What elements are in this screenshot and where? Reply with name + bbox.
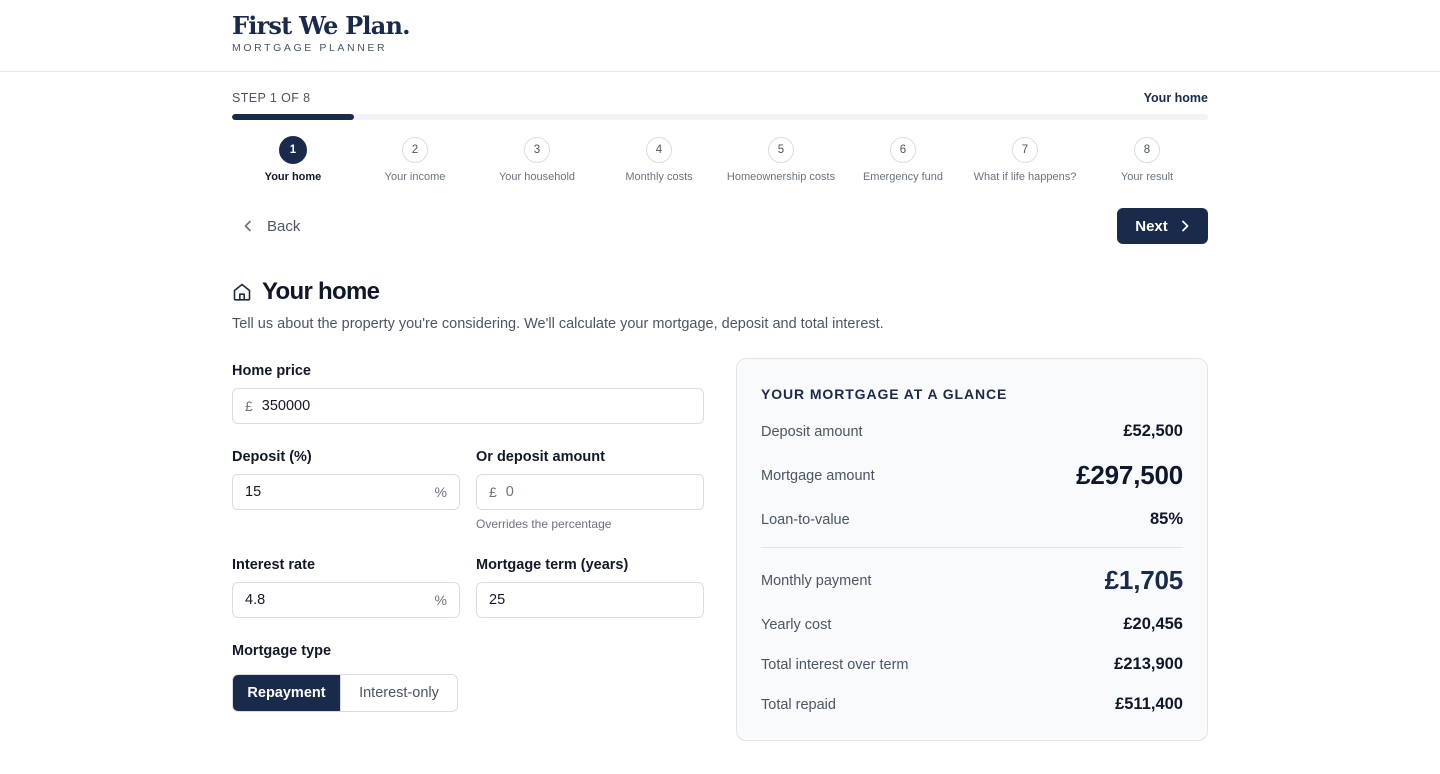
interest-rate-label: Interest rate (232, 557, 316, 573)
mortgage-type-repayment[interactable]: Repayment (233, 675, 340, 711)
step-label: Homeownership costs (726, 171, 836, 183)
summary-value: £20,456 (1123, 615, 1183, 633)
next-button-label: Next (1135, 217, 1168, 235)
mortgage-term-input[interactable]: 25 (476, 582, 704, 618)
home-price-input[interactable]: £ 350000 (232, 388, 704, 424)
step-number: 3 (524, 137, 550, 163)
step-label: Your result (1120, 171, 1174, 183)
summary-value: £297,500 (1076, 460, 1183, 490)
step-label: Your income (384, 171, 446, 183)
summary-row-ltv: Loan-to-value 85% (761, 510, 1183, 529)
summary-row-mortgage: Mortgage amount £297,500 (761, 460, 1183, 491)
summary-row-repaid: Total repaid £511,400 (761, 695, 1183, 714)
home-price-value: 350000 (261, 398, 311, 414)
deposit-amount-hint: Overrides the percentage (476, 517, 612, 531)
summary-label: Total interest over term (761, 656, 909, 673)
step-label: Monthly costs (625, 171, 693, 183)
interest-rate-input[interactable]: 4.8 % (232, 582, 460, 618)
interest-rate-value: 4.8 (245, 592, 266, 608)
deposit-amount-label: Or deposit amount (476, 449, 605, 465)
step-what-if-life-happens[interactable]: 7 What if life happens? (964, 137, 1086, 183)
step-homeownership-costs[interactable]: 5 Homeownership costs (720, 137, 842, 183)
brand-subtitle: MORTGAGE PLANNER (232, 42, 388, 54)
step-number: 5 (768, 137, 794, 163)
summary-row-deposit: Deposit amount £52,500 (761, 422, 1183, 441)
step-your-result[interactable]: 8 Your result (1086, 137, 1208, 183)
summary-divider (761, 547, 1183, 548)
home-price-label: Home price (232, 363, 311, 379)
summary-label: Monthly payment (761, 572, 872, 589)
summary-row-monthly: Monthly payment £1,705 (761, 565, 1183, 596)
mortgage-term-label: Mortgage term (years) (476, 557, 629, 573)
summary-row-interest: Total interest over term £213,900 (761, 655, 1183, 674)
step-number: 8 (1134, 137, 1160, 163)
current-step-name: Your home (1143, 91, 1208, 105)
summary-label: Mortgage amount (761, 467, 875, 484)
progress-bar-fill (232, 114, 354, 120)
step-monthly-costs[interactable]: 4 Monthly costs (598, 137, 720, 183)
summary-value: 85% (1149, 510, 1183, 528)
deposit-amount-input[interactable]: £ 0 (476, 474, 704, 510)
step-number: 4 (646, 137, 672, 163)
step-label: Emergency fund (862, 171, 944, 183)
mortgage-type-label: Mortgage type (232, 643, 332, 659)
step-number: 6 (890, 137, 916, 163)
percent-suffix: % (434, 484, 447, 500)
currency-prefix: £ (245, 398, 253, 414)
next-button[interactable]: Next (1117, 208, 1208, 244)
page-title: Your home (262, 278, 380, 305)
stepper: 1 Your home 2 Your income 3 Your househo… (232, 136, 1208, 183)
summary-title: YOUR MORTGAGE AT A GLANCE (761, 386, 1008, 402)
currency-prefix: £ (489, 484, 497, 500)
step-number: 7 (1012, 137, 1038, 163)
deposit-percent-value: 15 (245, 484, 262, 500)
summary-value: £52,500 (1123, 422, 1183, 440)
percent-suffix: % (434, 592, 447, 608)
page-description: Tell us about the property you're consid… (232, 316, 884, 332)
step-your-home[interactable]: 1 Your home (232, 136, 354, 183)
back-button[interactable]: Back (243, 210, 300, 242)
summary-label: Yearly cost (761, 616, 832, 633)
step-label: Your home (264, 171, 322, 183)
home-icon (233, 283, 251, 301)
mortgage-type-interest-only[interactable]: Interest-only (340, 675, 457, 711)
deposit-percent-input[interactable]: 15 % (232, 474, 460, 510)
progress-bar (232, 114, 1208, 120)
step-counter: STEP 1 OF 8 (232, 91, 311, 105)
brand-logo[interactable]: First We Plan. (232, 11, 411, 40)
step-emergency-fund[interactable]: 6 Emergency fund (842, 137, 964, 183)
summary-value: £213,900 (1114, 655, 1183, 673)
summary-value: £511,400 (1115, 695, 1183, 713)
summary-row-yearly: Yearly cost £20,456 (761, 615, 1183, 634)
summary-value: £1,705 (1104, 565, 1184, 595)
back-button-label: Back (267, 217, 301, 235)
step-label: What if life happens? (973, 171, 1077, 183)
mortgage-term-value: 25 (489, 592, 506, 608)
mortgage-summary-panel: YOUR MORTGAGE AT A GLANCE Deposit amount… (736, 358, 1208, 741)
chevron-right-icon (1181, 220, 1189, 232)
summary-label: Loan-to-value (761, 511, 850, 528)
step-number: 1 (279, 136, 307, 164)
step-number: 2 (402, 137, 428, 163)
summary-label: Total repaid (761, 696, 836, 713)
mortgage-type-toggle: Repayment Interest-only (232, 674, 458, 712)
step-your-income[interactable]: 2 Your income (354, 137, 476, 183)
app-header: First We Plan. MORTGAGE PLANNER (0, 0, 1440, 72)
deposit-percent-label: Deposit (%) (232, 449, 312, 465)
chevron-left-icon (244, 220, 251, 232)
deposit-amount-placeholder: 0 (505, 484, 514, 500)
step-your-household[interactable]: 3 Your household (476, 137, 598, 183)
step-label: Your household (498, 171, 576, 183)
summary-label: Deposit amount (761, 423, 863, 440)
